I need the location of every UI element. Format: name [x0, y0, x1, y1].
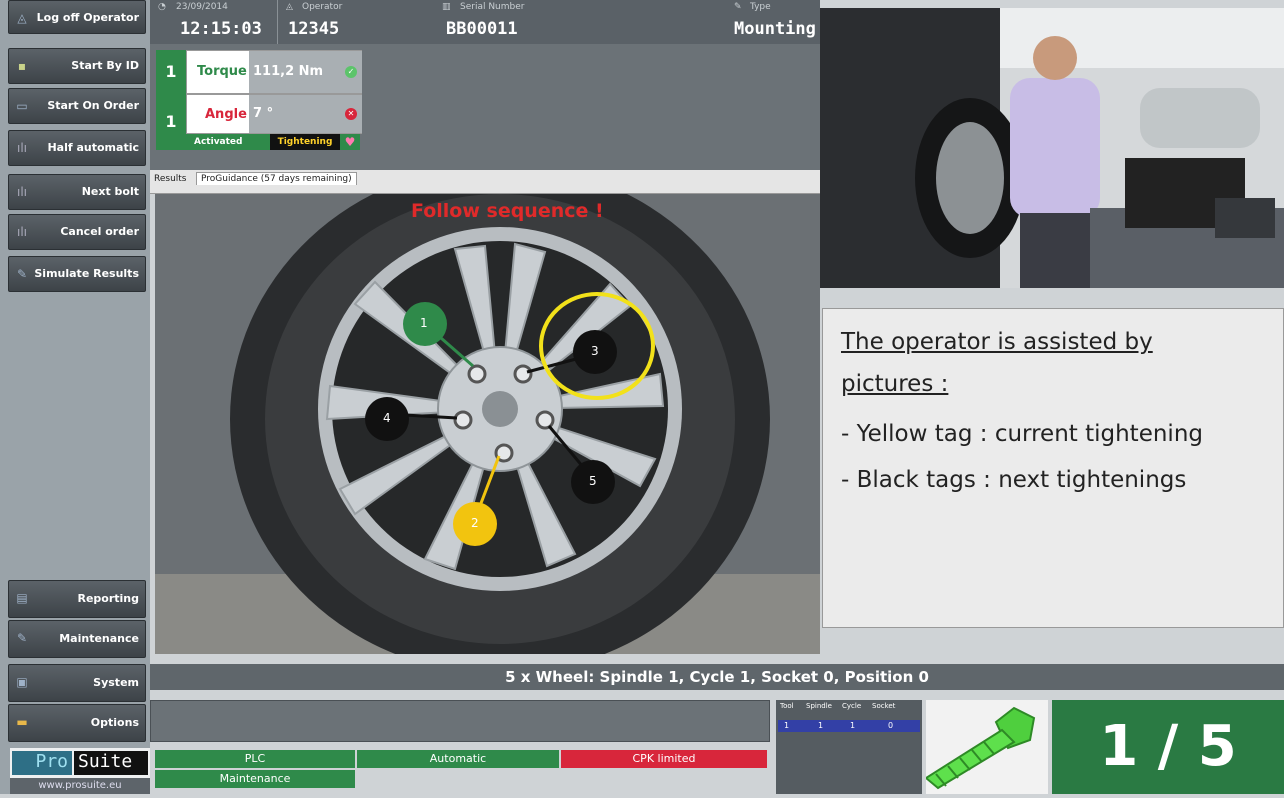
tools-icon: ✎ — [16, 631, 28, 645]
serial-cell: ▥ Serial Number BB00011 — [436, 0, 636, 44]
bolt-tag-5[interactable]: 5 — [589, 474, 597, 488]
type-cell: ✎ Type Mounting — [710, 0, 820, 44]
cpk-limited-status: CPK limited — [561, 750, 767, 768]
type-value: Mounting — [734, 19, 816, 39]
note-yellow-tag: - Yellow tag : current tightening — [841, 421, 1203, 447]
system-button[interactable]: ▣ System — [8, 664, 146, 702]
maintenance-button[interactable]: ✎ Maintenance — [8, 620, 146, 658]
maintenance-status: Maintenance — [155, 770, 355, 788]
wheel-image: Follow sequence ! 1 2 3 4 5 — [155, 194, 820, 654]
bolt-tag-3[interactable]: 3 — [591, 344, 599, 358]
plc-status: PLC — [155, 750, 355, 768]
activated-status: Activated — [186, 134, 270, 150]
tab-results[interactable]: Results — [154, 174, 187, 184]
prosuite-logo: Pro Suite — [10, 748, 150, 778]
barcode-icon: ▥ — [442, 2, 451, 12]
id-icon: ▪ — [17, 59, 27, 73]
angle-result: Angle 7 ° ✕ — [186, 94, 362, 134]
tool-spindle-table: Tool Spindle Cycle Socket 1 1 1 0 — [776, 700, 922, 794]
wheel-illustration — [155, 194, 820, 654]
tool-value: 1 — [784, 721, 790, 730]
note-heading-line1: The operator is assisted by — [841, 329, 1153, 355]
clock-icon: ◔ — [158, 2, 166, 12]
torque-label: Torque — [197, 64, 247, 79]
tightening-status: Tightening — [270, 134, 340, 150]
date-caption: 23/09/2014 — [176, 2, 228, 12]
chart-icon: ılı — [16, 141, 27, 155]
video-overlay — [820, 8, 1284, 288]
options-button[interactable]: ▬ Options — [8, 704, 146, 742]
tab-bar: Results ProGuidance (57 days remaining) — [150, 170, 820, 194]
tool-header: Tool — [780, 702, 794, 710]
results-panel: 1 Torque 111,2 Nm ✓ 1 Angle 7 ° ✕ Activa… — [150, 44, 820, 170]
note-heading-line2: pictures : — [841, 371, 949, 397]
reporting-button[interactable]: ▤ Reporting — [8, 580, 146, 618]
heart-icon: ♥ — [340, 134, 360, 150]
angle-index: 1 — [156, 94, 186, 150]
operator-cell: ◬ Operator 12345 — [284, 0, 424, 44]
order-icon: ▭ — [16, 99, 28, 113]
spindle-header: Spindle — [806, 702, 832, 710]
type-caption: Type — [750, 2, 771, 12]
half-automatic-button[interactable]: ılı Half automatic — [8, 130, 146, 166]
simulate-results-button[interactable]: ✎ Simulate Results — [8, 256, 146, 292]
start-on-order-button[interactable]: ▭ Start On Order — [8, 88, 146, 124]
explanation-note: The operator is assisted by pictures : -… — [822, 308, 1284, 628]
next-bolt-button[interactable]: ılı Next bolt — [8, 174, 146, 210]
report-icon: ▤ — [16, 591, 28, 605]
error-icon: ✕ — [345, 108, 357, 120]
torque-index: 1 — [156, 50, 186, 94]
chart-icon: ılı — [16, 225, 27, 239]
cycle-value: 1 — [850, 721, 856, 730]
bolt-counter: 1 / 5 — [1052, 700, 1284, 794]
serial-value: BB00011 — [446, 19, 518, 39]
logo-pro-text: Pro — [12, 751, 72, 775]
bolt-tag-4[interactable]: 4 — [383, 411, 391, 425]
note-black-tags: - Black tags : next tightenings — [841, 467, 1187, 493]
angle-label: Angle — [205, 107, 247, 122]
operator-photo — [820, 8, 1284, 288]
header-bar: ◔ 23/09/2014 12:15:03 ◬ Operator 12345 ▥… — [150, 0, 820, 44]
logo-suite-text: Suite — [74, 751, 148, 775]
automatic-status: Automatic — [357, 750, 559, 768]
socket-value: 0 — [888, 721, 894, 730]
options-icon: ▬ — [16, 715, 28, 729]
table-row: 1 1 1 0 — [778, 720, 920, 732]
operator-icon: ◬ — [286, 2, 293, 12]
operator-value: 12345 — [288, 19, 340, 39]
user-icon: ◬ — [17, 11, 27, 25]
bolt-tag-1[interactable]: 1 — [420, 316, 428, 330]
follow-sequence-instruction: Follow sequence ! — [411, 200, 604, 222]
wrench-icon: ✎ — [734, 2, 742, 12]
chart-icon: ılı — [16, 185, 27, 199]
bolt-image — [924, 700, 1048, 794]
start-by-id-button[interactable]: ▪ Start By ID — [8, 48, 146, 84]
cycle-header: Cycle — [842, 702, 862, 710]
torque-result: Torque 111,2 Nm ✓ — [186, 50, 362, 94]
operator-caption: Operator — [302, 2, 343, 12]
spindle-value: 1 — [818, 721, 824, 730]
status-banner: 5 x Wheel: Spindle 1, Cycle 1, Socket 0,… — [150, 664, 1284, 690]
date-time-cell: ◔ 23/09/2014 12:15:03 — [150, 0, 278, 44]
message-area — [150, 700, 770, 742]
ok-icon: ✓ — [345, 66, 357, 78]
sidebar: ◬ Log off Operator ▪ Start By ID ▭ Start On… — [0, 0, 150, 794]
serial-caption: Serial Number — [460, 2, 525, 12]
wrench-icon: ✎ — [16, 267, 28, 281]
bolt-icon — [924, 706, 1036, 790]
log-off-operator-button[interactable]: ◬ Log off Operator — [8, 0, 146, 34]
cancel-order-button[interactable]: ılı Cancel order — [8, 214, 146, 250]
time-value: 12:15:03 — [180, 19, 262, 39]
website-link[interactable]: www.prosuite.eu — [10, 778, 150, 794]
bolt-tag-2[interactable]: 2 — [471, 516, 479, 530]
socket-header: Socket — [872, 702, 896, 710]
tab-proguidance[interactable]: ProGuidance (57 days remaining) — [196, 172, 357, 185]
system-icon: ▣ — [16, 675, 28, 689]
